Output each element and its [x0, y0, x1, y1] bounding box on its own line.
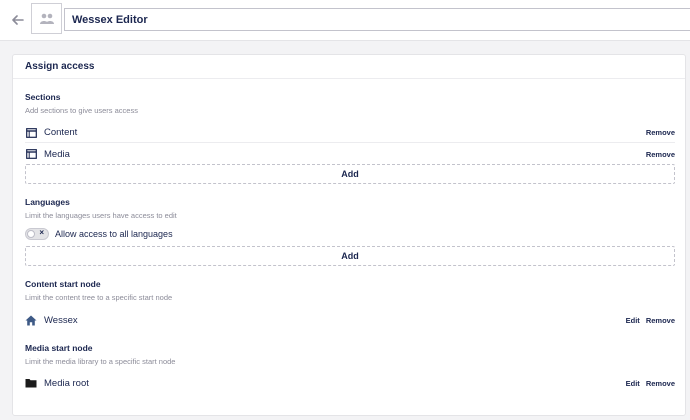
media-start-node-item: Media root Edit Remove	[25, 373, 675, 393]
section-item-label: Content	[44, 127, 78, 138]
edit-media-start-node-button[interactable]: Edit	[626, 379, 640, 388]
group-avatar[interactable]	[31, 3, 62, 34]
edit-content-start-node-button[interactable]: Edit	[626, 316, 640, 325]
media-start-node-title: Media start node	[25, 343, 93, 353]
section-item-label: Media	[44, 148, 70, 160]
window-icon	[25, 148, 37, 160]
section-item-content: Content Remove	[25, 123, 675, 143]
users-icon	[39, 13, 54, 24]
content-start-node-label: Wessex	[44, 314, 78, 326]
all-languages-label: Allow access to all languages	[55, 229, 173, 239]
remove-media-start-node-button[interactable]: Remove	[646, 379, 675, 388]
window-icon	[25, 127, 37, 139]
content-start-node-item: Wessex Edit Remove	[25, 310, 675, 330]
add-section-button[interactable]: Add	[25, 164, 675, 184]
remove-content-start-node-button[interactable]: Remove	[646, 316, 675, 325]
content-start-node-title: Content start node	[25, 279, 101, 289]
languages-title: Languages	[25, 197, 70, 207]
sections-title: Sections	[25, 92, 61, 102]
section-item-media: Media Remove	[25, 144, 675, 164]
panel-title: Assign access	[13, 55, 685, 79]
media-start-node-description: Limit the media library to a specific st…	[25, 357, 176, 366]
back-button[interactable]	[9, 11, 27, 29]
content-start-node-description: Limit the content tree to a specific sta…	[25, 293, 173, 302]
remove-section-button[interactable]: Remove	[646, 150, 675, 159]
close-icon: ×	[39, 228, 44, 237]
all-languages-toggle[interactable]: ×	[25, 228, 49, 240]
home-icon	[25, 314, 37, 326]
assign-access-panel: Assign access Sections Add sections to g…	[12, 54, 686, 416]
folder-icon	[25, 377, 37, 389]
top-bar	[0, 0, 690, 41]
remove-section-button[interactable]: Remove	[646, 128, 675, 137]
all-languages-toggle-row: × Allow access to all languages	[25, 227, 173, 241]
sections-description: Add sections to give users access	[25, 106, 138, 115]
languages-description: Limit the languages users have access to…	[25, 211, 177, 220]
group-name-input[interactable]	[64, 8, 690, 31]
add-language-button[interactable]: Add	[25, 246, 675, 266]
toggle-knob	[27, 230, 35, 238]
media-start-node-label: Media root	[44, 377, 89, 389]
arrow-left-icon	[12, 15, 24, 25]
